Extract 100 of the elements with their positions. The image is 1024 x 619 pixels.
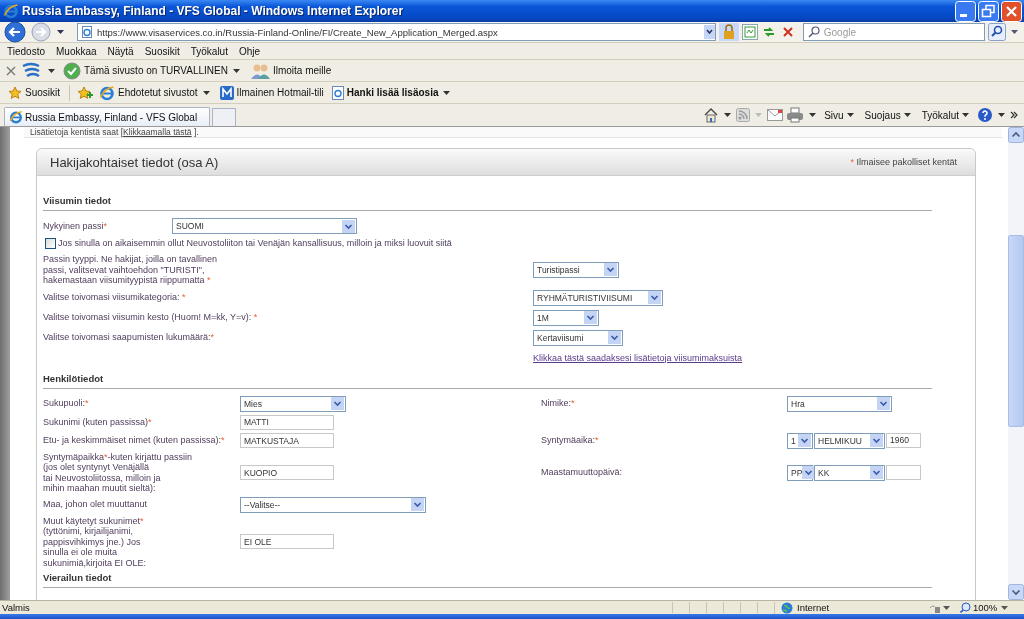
- text-field[interactable]: MATTI: [240, 414, 334, 430]
- field-label: Etu- ja keskimmäiset nimet (kuten passissa):*: [43, 435, 226, 446]
- browser-icon: [3, 3, 19, 19]
- fee-info-link[interactable]: Klikkaa tästä saadaksesi lisätietoja viisumimaksuista: [533, 352, 743, 363]
- text-field[interactable]: MATKUSTAJA: [240, 433, 334, 448]
- add-favorite-icon[interactable]: [77, 85, 93, 100]
- home-icon[interactable]: [703, 107, 720, 123]
- forward-button[interactable]: [30, 21, 52, 43]
- caret-icon: [232, 68, 240, 73]
- dropdown[interactable]: PP: [787, 464, 813, 481]
- dropdown[interactable]: --Valitse--: [240, 496, 426, 513]
- caret-icon: [724, 113, 732, 117]
- dropdown[interactable]: Kertaviisumi: [533, 329, 623, 346]
- field-label: Muut käytetyt sukunimet* (tyttönimi, kirjailijanimi, pappisvihkimys jne.) Jos sinulla ei ole muita sukunimiä,kirjoita EI OLE:: [43, 515, 148, 568]
- signal-icon[interactable]: [20, 61, 42, 80]
- caret-icon: [943, 605, 950, 610]
- caret-icon: [1011, 30, 1018, 34]
- favorites-link[interactable]: Hanki lisää lisäosia: [329, 85, 455, 100]
- star-icon: [8, 85, 22, 100]
- dropdown[interactable]: Turistipassi: [533, 261, 619, 278]
- caret-icon: [962, 113, 969, 117]
- double-chevron-icon[interactable]: [1010, 111, 1018, 119]
- close-button[interactable]: [1001, 0, 1022, 22]
- browser-icon: [99, 84, 115, 101]
- search-icon: [807, 26, 820, 38]
- menu-button[interactable]: Suojaus: [861, 109, 916, 121]
- printer-icon[interactable]: [786, 107, 805, 123]
- mail-icon[interactable]: [767, 109, 784, 121]
- dropdown[interactable]: 1: [787, 432, 813, 449]
- text-field[interactable]: EI OLE: [240, 534, 334, 550]
- dropdown[interactable]: SUOMI: [172, 218, 357, 234]
- info-link[interactable]: Klikkaamalla tästä: [123, 127, 192, 137]
- panel-title: Hakijakohtaiset tiedot (osa A): [50, 154, 219, 170]
- caret-icon: [755, 113, 763, 117]
- caret-icon: [846, 113, 854, 117]
- info-note: Lisätietoja kentistä saat [Klikkaamalla tästä ].: [30, 128, 199, 137]
- menu-button[interactable]: Sivu: [821, 109, 859, 121]
- menu-item[interactable]: Tiedosto: [2, 45, 50, 57]
- field-label: Sukupuoli:*: [43, 398, 90, 409]
- close-icon[interactable]: [6, 65, 16, 76]
- zoom-button[interactable]: 100%: [960, 602, 1011, 613]
- menu-button[interactable]: Työkalut: [918, 109, 974, 121]
- feed-icon[interactable]: [736, 108, 751, 122]
- favorites-link[interactable]: Ilmainen Hotmail-tili: [217, 85, 326, 100]
- menu-item[interactable]: Ohje: [233, 45, 266, 57]
- caret-icon: [443, 90, 451, 95]
- field-label: Valitse toivomasi viisumin kesto (Huom! M=kk, Y=v): *: [43, 312, 259, 323]
- text-field[interactable]: 1960: [886, 432, 921, 448]
- field-label: Syntymäpaikka*-kuten kirjattu passiin (jos olet syntynyt Venäjällä tai Neuvostoliitossa, milloin ja mihin maahan muutit sieltä):: [43, 451, 194, 494]
- dropdown[interactable]: 1M: [533, 309, 599, 326]
- page-icon: [331, 85, 344, 100]
- page-icon: [81, 26, 93, 38]
- checkbox[interactable]: [45, 237, 56, 249]
- checkbox-label: Jos sinulla on aikaisemmin ollut Neuvostoliiton tai Venäjän kansallisuus, milloin ja miksi luovuit siitä: [58, 238, 452, 248]
- caret-icon: [809, 113, 817, 117]
- required-note: * Ilmaisee pakolliset kentät: [850, 157, 957, 167]
- favorites-button[interactable]: Suosikit: [6, 85, 62, 100]
- dropdown[interactable]: RYHMÄTURISTIVIISUMI: [533, 289, 663, 306]
- text-field[interactable]: KUOPIO: [240, 465, 334, 480]
- section-heading: Henkilötiedot: [43, 372, 932, 389]
- section-heading: Vierailun tiedot: [43, 572, 932, 588]
- text-field[interactable]: [886, 464, 921, 480]
- security-zone: Internet: [774, 601, 921, 614]
- menu-item[interactable]: Näytä: [102, 45, 139, 57]
- status-text: Valmis: [1, 602, 31, 613]
- back-button[interactable]: [3, 21, 27, 43]
- menu-item[interactable]: Työkalut: [185, 45, 233, 57]
- browser-tab[interactable]: Russia Embassy, Finland - VFS Global: [4, 107, 210, 126]
- help-icon[interactable]: [977, 107, 993, 123]
- field-label: Passin tyyppi. Ne hakijat, joilla on tavallinen passi, valitsevat vaihtoehdon "TURISTI", hakemastaan viisumityypistä riippumatta *: [43, 254, 219, 286]
- caret-icon: [903, 113, 911, 117]
- scroll-down-icon[interactable]: [1008, 584, 1024, 600]
- field-label: Syntymäaika:*: [541, 435, 600, 446]
- scrollbar-thumb[interactable]: [1008, 235, 1024, 427]
- security-button[interactable]: Tämä sivusto on TURVALLINEN: [61, 61, 244, 80]
- field-label: Sukunimi (kuten passissa)*: [43, 416, 153, 428]
- field-label: Maa, johon olet muuttanut: [43, 499, 149, 510]
- field-label: Maastamuuttopäivä:: [541, 467, 624, 478]
- dropdown[interactable]: HELMIKUU: [814, 432, 885, 449]
- menu-item[interactable]: Muokkaa: [51, 45, 102, 57]
- globe-icon: [781, 601, 793, 614]
- window-title: Russia Embassy, Finland - VFS Global - Windows Internet Explorer: [22, 4, 405, 18]
- address-field[interactable]: https://www.visaservices.co.in/Russia-Finland-Online/FI/Create_New_Application_Merged.aspx: [77, 23, 716, 41]
- caret-icon: [202, 90, 210, 95]
- field-label: Valitse toivomasi viisumikategoria: *: [43, 292, 187, 303]
- caret-icon: [998, 113, 1005, 117]
- favorites-link[interactable]: Ehdotetut sivustot: [97, 84, 214, 101]
- scroll-up-icon[interactable]: [1008, 127, 1024, 143]
- dropdown[interactable]: Hra: [787, 395, 892, 412]
- logo-icon: [219, 85, 234, 100]
- browser-icon: [9, 110, 23, 124]
- caret-icon: [48, 68, 55, 73]
- report-button[interactable]: Ilmoita meille: [247, 61, 334, 80]
- minimize-button[interactable]: [955, 0, 976, 22]
- zoom-icon: [960, 602, 971, 613]
- search-icon[interactable]: [988, 23, 1006, 41]
- menu-item[interactable]: Suosikit: [139, 45, 185, 57]
- dropdown[interactable]: KK: [814, 464, 885, 481]
- restore-button[interactable]: [978, 0, 999, 22]
- dropdown[interactable]: Mies: [240, 395, 346, 412]
